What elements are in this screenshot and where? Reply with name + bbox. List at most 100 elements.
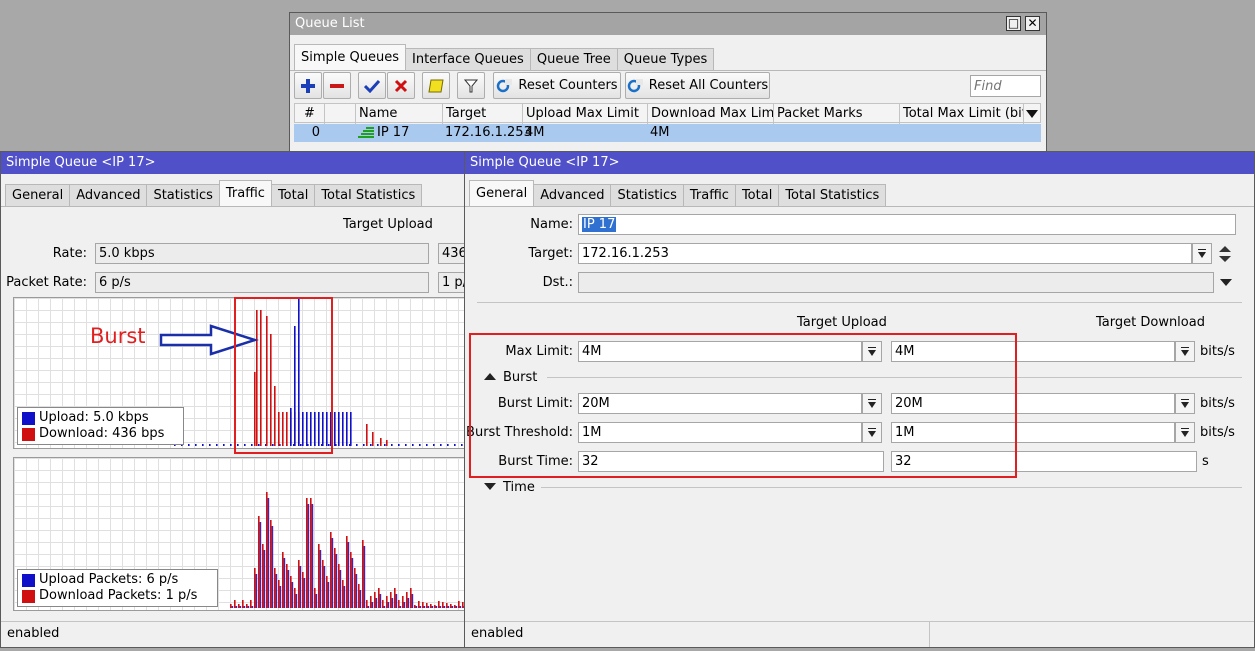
packet-rate-field: 6 p/s (95, 272, 429, 293)
table-row[interactable]: 0 IP 17 172.16.1.253 4M 4M (294, 124, 1041, 142)
col-total-max-limit[interactable]: Total Max Limit (bit... (900, 104, 1024, 124)
col-packet-marks[interactable]: Packet Marks (774, 104, 900, 124)
reset-all-counters-button[interactable]: Reset All Counters (625, 72, 770, 99)
col-upload-max-limit[interactable]: Upload Max Limit (523, 104, 648, 124)
baseline-bar (356, 444, 358, 446)
download-packets-bar (426, 603, 428, 608)
tab-simple-queues[interactable]: Simple Queues (294, 44, 407, 70)
time-section-toggle[interactable]: Time (477, 479, 535, 495)
upload-packets-bar (419, 606, 422, 608)
enable-button[interactable] (358, 72, 386, 99)
traffic-legend: Upload: 5.0 kbps Download: 436 bps (17, 407, 184, 445)
target-input[interactable]: 172.16.1.253 (578, 243, 1192, 264)
remove-button[interactable] (323, 72, 351, 99)
burst-threshold-download-dropdown[interactable] (1175, 422, 1195, 443)
download-packets-bar (406, 592, 408, 608)
traffic-status-bar: enabled (1, 621, 465, 647)
upload-packets-bar (279, 586, 282, 608)
upload-packets-bar (375, 598, 378, 608)
upload-packets-bar (291, 582, 294, 608)
download-packets-bar (454, 605, 456, 608)
download-packets-bar (282, 552, 284, 608)
comment-button[interactable] (422, 72, 450, 99)
tab-traffic[interactable]: Traffic (682, 184, 736, 206)
name-input[interactable]: IP 17 (578, 214, 1236, 235)
download-packets-bar (378, 588, 380, 608)
upload-packets-bar (251, 606, 254, 608)
row-packet-marks (773, 124, 899, 142)
tab-total[interactable]: Total (734, 184, 780, 206)
tab-queue-types[interactable]: Queue Types (616, 48, 715, 70)
baseline-bar (202, 444, 204, 446)
general-window-titlebar[interactable]: Simple Queue <IP 17> (465, 152, 1254, 174)
close-icon[interactable]: ✕ (1025, 16, 1040, 31)
maximize-icon[interactable]: □ (1006, 16, 1021, 31)
tab-general[interactable]: General (5, 184, 71, 206)
baseline-bar (216, 444, 218, 446)
tab-advanced[interactable]: Advanced (533, 184, 612, 206)
disable-button[interactable] (387, 72, 415, 99)
upload-packets-bar (235, 606, 238, 608)
download-packets-bar (246, 604, 248, 608)
download-packets-bar (354, 568, 356, 608)
upload-packets-bar (459, 606, 462, 608)
tab-traffic[interactable]: Traffic (218, 180, 272, 206)
burst-limit-download-dropdown[interactable] (1175, 393, 1195, 414)
upload-packets-bar (311, 504, 314, 608)
tab-advanced[interactable]: Advanced (69, 184, 148, 206)
tab-total[interactable]: Total (270, 184, 316, 206)
tab-statistics[interactable]: Statistics (610, 184, 684, 206)
col-target[interactable]: Target (443, 104, 523, 124)
packets-graph: Upload Packets: 6 p/s Download Packets: … (13, 457, 465, 611)
download-packets-bar (318, 544, 320, 608)
download-packets-bar (270, 520, 272, 608)
dst-input[interactable] (578, 272, 1214, 293)
baseline-bar (370, 444, 372, 446)
upload-packets-bar (247, 606, 250, 608)
tab-statistics[interactable]: Statistics (146, 184, 220, 206)
download-packets-bar (450, 604, 452, 608)
download-packets-bar (362, 540, 364, 608)
filter-icon (464, 79, 478, 92)
chevron-down-icon[interactable] (1219, 278, 1233, 288)
legend-download-packets-row: Download Packets: 1 p/s (22, 588, 213, 604)
baseline-bar (363, 444, 365, 446)
tab-total-statistics[interactable]: Total Statistics (314, 184, 423, 206)
find-input[interactable] (970, 75, 1041, 97)
baseline-bar (433, 444, 435, 446)
col-num[interactable]: # (295, 104, 325, 124)
tab-general[interactable]: General (469, 180, 535, 206)
row-num: 0 (311, 125, 320, 140)
simple-queue-traffic-window: Simple Queue <IP 17> General Advanced St… (0, 151, 466, 648)
baseline-bar (419, 444, 421, 446)
legend-download: Download: 436 bps (39, 426, 165, 441)
upload-packets-bar (347, 542, 350, 608)
upload-packets-bar (339, 570, 342, 608)
col-name[interactable]: Name (356, 104, 443, 124)
upload-packets-bar (443, 606, 446, 608)
download-packets-bar (234, 600, 236, 608)
download-packets-bar (366, 600, 368, 608)
col-flag[interactable] (325, 104, 356, 124)
upload-bar (346, 412, 348, 446)
tab-total-statistics[interactable]: Total Statistics (778, 184, 887, 206)
add-button[interactable] (294, 72, 322, 99)
max-limit-download-dropdown[interactable] (1175, 341, 1195, 362)
queue-list-titlebar[interactable]: Queue List □ ✕ (290, 13, 1046, 35)
reset-counters-button[interactable]: Reset Counters (493, 72, 621, 99)
upload-bar (350, 412, 352, 446)
upload-packets-bar (399, 606, 402, 608)
col-download-max-limit[interactable]: Download Max Limit (648, 104, 774, 124)
target-dropdown-button[interactable] (1192, 243, 1212, 264)
tab-queue-tree[interactable]: Queue Tree (529, 48, 618, 70)
upload-packets-bar (283, 558, 286, 608)
tab-interface-queues[interactable]: Interface Queues (405, 48, 531, 70)
general-status-bar: enabled (465, 621, 1254, 647)
filter-button[interactable] (457, 72, 485, 99)
traffic-window-titlebar[interactable]: Simple Queue <IP 17> (1, 152, 465, 174)
download-packets-bar (394, 588, 396, 608)
updown-icon[interactable] (1218, 245, 1232, 263)
upload-packets-bar (359, 590, 362, 608)
baseline-bar (188, 444, 190, 446)
column-menu-icon[interactable] (1026, 110, 1038, 118)
